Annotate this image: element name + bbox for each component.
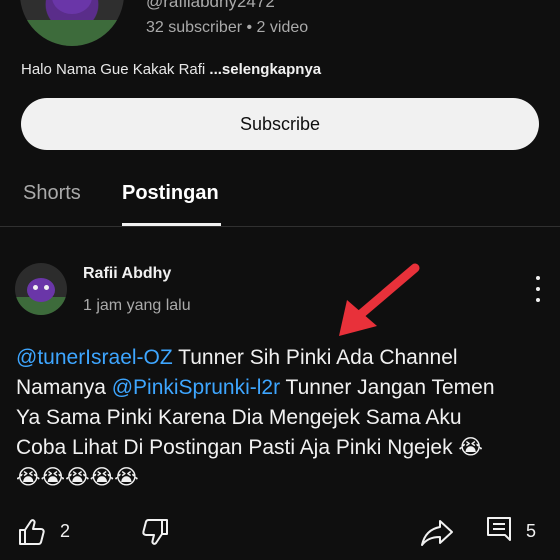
description-more-link[interactable]: ...selengkapnya [209, 61, 321, 78]
dislike-icon[interactable] [140, 517, 170, 547]
more-vert-icon[interactable] [528, 276, 548, 302]
mention-link[interactable]: @PinkiSprunki-l2r [112, 376, 280, 399]
like-icon[interactable] [17, 517, 47, 547]
post-timestamp: 1 jam yang lalu [83, 297, 191, 314]
channel-description[interactable]: Halo Nama Gue Kakak Rafi ...selengkapnya [21, 61, 321, 78]
like-count: 2 [60, 521, 71, 541]
post-line: Ya Sama Pinki Karena Dia Mengejek Sama A… [16, 406, 462, 429]
channel-handle: @rafiiabdhy2472 [146, 0, 275, 11]
tab-postingan[interactable]: Postingan [122, 182, 219, 205]
subscribe-button[interactable]: Subscribe [21, 98, 539, 150]
channel-stats: 32 subscriber • 2 video [146, 19, 309, 36]
tab-shorts[interactable]: Shorts [23, 182, 81, 205]
post-author-avatar[interactable] [15, 263, 67, 315]
description-text: Halo Nama Gue Kakak Rafi [21, 61, 210, 78]
post-line: Namanya @PinkiSprunki-l2r Tunner Jangan … [16, 376, 495, 399]
post-body: @tunerIsrael-OZ Tunner Sih Pinki Ada Cha… [16, 343, 536, 493]
tabs-divider [0, 226, 560, 227]
mention-link[interactable]: @tunerIsrael-OZ [16, 346, 173, 369]
comment-icon[interactable] [485, 515, 513, 547]
annotation-arrow-icon [339, 263, 420, 336]
post-author-name[interactable]: Rafii Abdhy [83, 265, 171, 283]
post-line: @tunerIsrael-OZ Tunner Sih Pinki Ada Cha… [16, 346, 458, 369]
post-line: 😭😭😭😭😭 [16, 466, 139, 489]
share-icon[interactable] [420, 517, 454, 547]
channel-avatar[interactable] [20, 0, 124, 46]
post-line: Coba Lihat Di Postingan Pasti Aja Pinki … [16, 436, 483, 459]
comment-count: 5 [526, 521, 537, 541]
